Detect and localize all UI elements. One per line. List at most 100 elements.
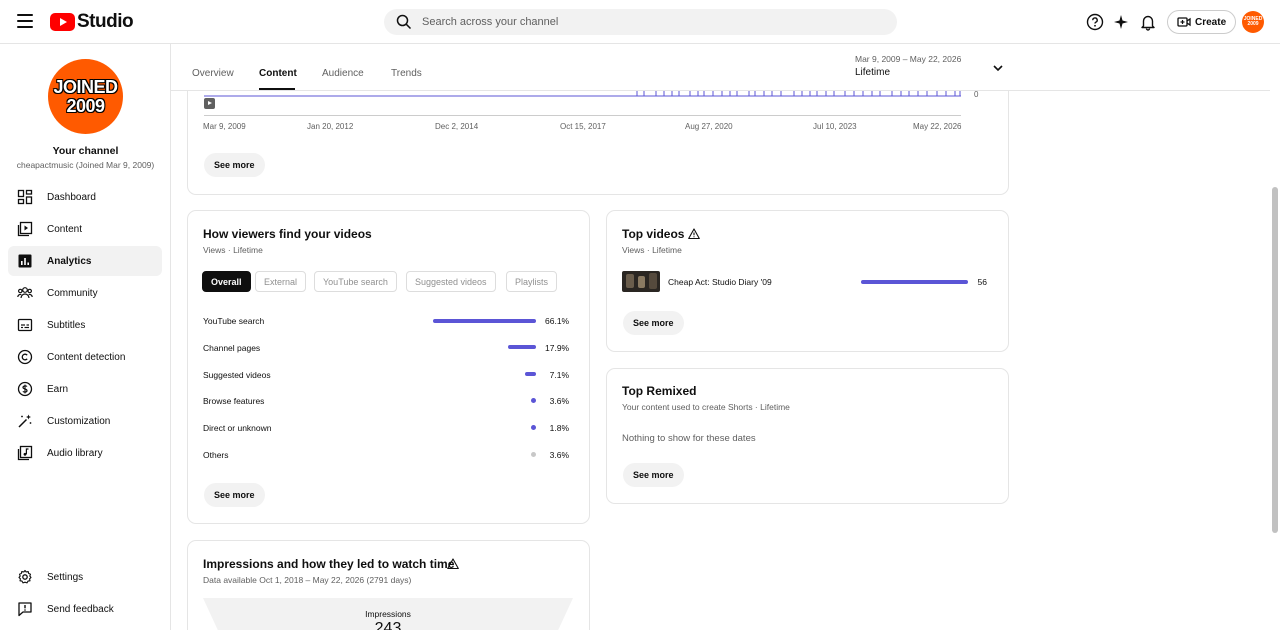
- search-bar[interactable]: [384, 9, 897, 35]
- card-subtitle: Views · Lifetime: [203, 245, 263, 255]
- timeline-date-label: Jan 20, 2012: [307, 122, 354, 131]
- sidebar-item-label: Settings: [47, 571, 84, 583]
- chip-playlists[interactable]: Playlists: [506, 271, 558, 292]
- card-title: Top Remixed: [622, 384, 697, 398]
- warning-icon[interactable]: [447, 558, 459, 570]
- channel-handle: cheapactmusic (Joined Mar 9, 2009): [16, 160, 155, 170]
- timeline-date-label: Jul 10, 2023: [813, 122, 857, 131]
- video-title[interactable]: Cheap Act: Studio Diary '09: [668, 277, 772, 287]
- create-button[interactable]: Create: [1167, 10, 1237, 34]
- source-label: Others: [203, 450, 229, 460]
- source-label: Direct or unknown: [203, 423, 272, 433]
- sidebar-item-label: Subtitles: [47, 319, 86, 331]
- sidebar-item-content-detection[interactable]: Content detection: [8, 342, 162, 372]
- sidebar-item-earn[interactable]: Earn: [8, 374, 162, 404]
- sidebar-item-dashboard[interactable]: Dashboard: [8, 182, 162, 212]
- channel-label: Your channel: [52, 145, 119, 157]
- video-marker-icon[interactable]: [204, 98, 215, 109]
- sparkle-icon[interactable]: [1112, 13, 1130, 31]
- notifications-icon[interactable]: [1139, 13, 1157, 31]
- content-icon: [17, 221, 33, 237]
- create-label: Create: [1195, 16, 1227, 28]
- chip-youtube-search[interactable]: YouTube search: [314, 271, 397, 292]
- date-range-label[interactable]: Lifetime: [855, 67, 890, 78]
- source-label: Channel pages: [203, 343, 261, 353]
- search-input[interactable]: [422, 16, 862, 28]
- empty-state-text: Nothing to show for these dates: [622, 433, 756, 444]
- sidebar-item-audio-library[interactable]: Audio library: [8, 438, 162, 468]
- menu-icon[interactable]: [17, 14, 33, 28]
- see-more-button[interactable]: See more: [204, 153, 265, 177]
- card-subtitle: Your content used to create Shorts · Lif…: [622, 402, 790, 412]
- sidebar-item-label: Content detection: [47, 351, 126, 363]
- card-subtitle: Views · Lifetime: [622, 245, 682, 255]
- card-title: Impressions and how they led to watch ti…: [203, 557, 455, 571]
- timeline-axis: [204, 115, 961, 116]
- dashboard-icon: [17, 189, 33, 205]
- impressions-value: 243: [374, 620, 402, 630]
- source-value: 3.6%: [549, 396, 569, 406]
- sidebar-item-content[interactable]: Content: [8, 214, 162, 244]
- account-avatar[interactable]: JOINED 2009: [1242, 11, 1264, 33]
- sidebar-item-label: Analytics: [47, 255, 92, 267]
- source-value: 17.9%: [545, 343, 570, 353]
- traffic-sources-card: [187, 210, 590, 524]
- source-dot: [531, 425, 536, 430]
- sidebar-item-label: Audio library: [47, 447, 103, 459]
- timeline-date-label: Mar 9, 2009: [203, 122, 246, 131]
- impressions-label: Impressions: [365, 609, 411, 619]
- chevron-down-icon[interactable]: [991, 61, 1005, 75]
- sidebar-item-community[interactable]: Community: [8, 278, 162, 308]
- sidebar-item-label: Content: [47, 223, 83, 235]
- dollar-icon: [17, 381, 33, 397]
- see-more-button[interactable]: See more: [204, 483, 265, 507]
- scrollbar-thumb[interactable]: [1272, 187, 1278, 533]
- date-range-dates[interactable]: Mar 9, 2009 – May 22, 2026: [855, 54, 961, 64]
- tab-audience[interactable]: Audience: [322, 68, 364, 79]
- sidebar: JOINED 2009 Your channel cheapactmusic (J…: [0, 44, 171, 630]
- top-bar: Studio Create JOINED 2009: [0, 0, 1280, 44]
- sidebar-item-send-feedback[interactable]: Send feedback: [8, 594, 162, 624]
- timeline-date-label: Dec 2, 2014: [435, 122, 479, 131]
- search-icon: [396, 14, 412, 30]
- analytics-icon: [18, 254, 32, 268]
- youtube-logo-icon: [50, 13, 75, 31]
- sidebar-item-customization[interactable]: Customization: [8, 406, 162, 436]
- tab-overview[interactable]: Overview: [192, 68, 234, 79]
- page-scrollbar[interactable]: [1270, 44, 1280, 630]
- magic-wand-icon: [18, 414, 32, 428]
- card-title: Top videos: [622, 227, 685, 241]
- gear-icon: [18, 569, 32, 584]
- timeline-date-label: Aug 27, 2020: [685, 122, 733, 131]
- tab-trends[interactable]: Trends: [391, 68, 422, 79]
- timeline-date-label: May 22, 2026: [913, 122, 962, 131]
- source-bar: [508, 345, 536, 349]
- chip-overall[interactable]: Overall: [202, 271, 251, 292]
- help-icon[interactable]: [1086, 13, 1104, 31]
- tab-content[interactable]: Content: [259, 68, 297, 79]
- chip-external[interactable]: External: [255, 271, 307, 292]
- card-subtitle: Data available Oct 1, 2018 – May 22, 202…: [203, 575, 412, 585]
- sidebar-item-label: Customization: [47, 415, 111, 427]
- feedback-icon: [18, 602, 32, 617]
- source-dot: [531, 398, 536, 403]
- channel-avatar[interactable]: JOINED 2009: [48, 59, 123, 134]
- source-value: 3.6%: [549, 450, 569, 460]
- see-more-button[interactable]: See more: [623, 311, 684, 335]
- sidebar-item-subtitles[interactable]: Subtitles: [8, 310, 162, 340]
- axis-zero-label: 0: [974, 90, 979, 99]
- studio-logo[interactable]: Studio: [50, 11, 134, 33]
- video-thumbnail[interactable]: [622, 271, 660, 292]
- warning-icon[interactable]: [688, 228, 700, 240]
- sidebar-item-label: Earn: [47, 383, 69, 395]
- source-bar: [433, 319, 536, 323]
- sidebar-item-settings[interactable]: Settings: [8, 562, 162, 592]
- copyright-icon: [17, 349, 33, 365]
- active-tab-indicator: [259, 88, 295, 90]
- see-more-button[interactable]: See more: [623, 463, 684, 487]
- sidebar-item-analytics[interactable]: Analytics: [8, 246, 162, 276]
- chip-suggested-videos[interactable]: Suggested videos: [406, 271, 496, 292]
- video-views-bar: [861, 280, 968, 284]
- community-icon: [17, 287, 33, 299]
- analytics-tab-bar: Overview Content Audience Trends Mar 9, …: [171, 44, 1270, 91]
